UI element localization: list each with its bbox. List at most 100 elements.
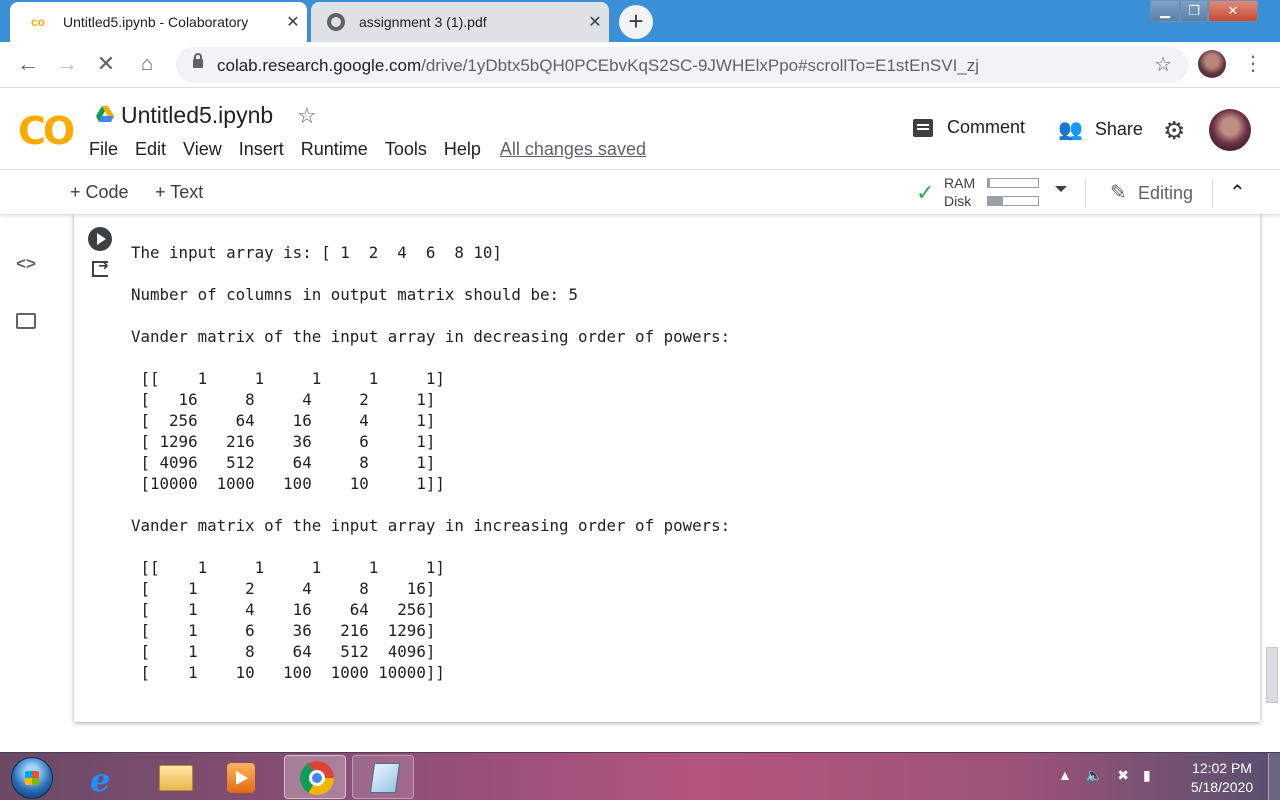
forward-arrow-icon[interactable]: →: [51, 49, 83, 81]
star-icon[interactable]: ☆: [297, 103, 317, 129]
bookmark-star-icon[interactable]: ☆: [1154, 52, 1172, 77]
menu-tools[interactable]: Tools: [385, 139, 427, 160]
share-button[interactable]: 👥 Share: [1058, 117, 1143, 142]
power-icon[interactable]: ▮: [1143, 767, 1151, 784]
user-avatar[interactable]: [1209, 109, 1251, 151]
output-line: Vander matrix of the input array in incr…: [131, 516, 731, 535]
ram-usage-fill: [988, 179, 990, 187]
toolbar-divider: [1212, 178, 1213, 208]
comment-label: Comment: [947, 117, 1026, 137]
menu-view[interactable]: View: [183, 139, 222, 160]
share-label: Share: [1094, 119, 1143, 139]
comment-button[interactable]: Comment: [913, 117, 1025, 138]
menu-edit[interactable]: Edit: [135, 139, 166, 160]
runtime-dropdown-icon[interactable]: [1055, 186, 1067, 192]
output-line: [ 1 4 16 64 256]: [131, 600, 436, 619]
taskbar-clock[interactable]: 12:02 PM 5/18/2020: [1182, 759, 1262, 797]
files-folder-icon[interactable]: [16, 313, 36, 329]
speaker-icon[interactable]: 🔈: [1086, 767, 1103, 784]
run-cell-button[interactable]: [88, 227, 112, 251]
output-line: [ 256 64 16 4 1]: [131, 411, 436, 430]
chrome-menu-icon[interactable]: ⋮: [1243, 52, 1263, 76]
windows-taskbar: e ▲ 🔈 ✖ ▮ 12:02 PM 5/18/2020: [0, 752, 1280, 801]
taskbar-file-explorer[interactable]: [144, 755, 206, 799]
back-arrow-icon[interactable]: ←: [12, 49, 44, 81]
page-scrollbar[interactable]: [1266, 647, 1278, 703]
output-line: [ 4096 512 64 8 1]: [131, 453, 436, 472]
tab-close-icon[interactable]: ✕: [581, 12, 609, 32]
menu-runtime[interactable]: Runtime: [301, 139, 368, 160]
chrome-profile-avatar[interactable]: [1198, 50, 1226, 78]
connected-check-icon: ✓: [916, 180, 935, 205]
home-icon[interactable]: ⌂: [131, 49, 163, 81]
gear-icon[interactable]: ⚙: [1163, 116, 1185, 146]
cell-toolbar: + Code + Text ✓ RAM Disk ✎ Editing ⌃: [0, 169, 1280, 215]
add-code-button[interactable]: + Code: [70, 182, 129, 203]
menu-insert[interactable]: Insert: [239, 139, 284, 160]
ram-usage-bar[interactable]: [987, 178, 1039, 188]
output-line: [ 1296 216 36 6 1]: [131, 432, 436, 451]
save-status-link[interactable]: All changes saved: [500, 139, 646, 160]
taskbar-chrome[interactable]: [284, 755, 346, 799]
maximize-button[interactable]: ❐: [1180, 0, 1208, 22]
taskbar-internet-explorer[interactable]: e: [74, 755, 136, 799]
output-line: The input array is: [ 1 2 4 6 8 10]: [131, 243, 502, 262]
minimize-button[interactable]: ▁: [1150, 0, 1180, 22]
windows-start-button[interactable]: [11, 757, 53, 799]
code-snippets-icon[interactable]: <>: [14, 254, 38, 274]
tab-colab[interactable]: co Untitled5.ipynb - Colaboratory ✕: [10, 2, 307, 42]
system-tray: ▲ 🔈 ✖ ▮: [1058, 767, 1151, 784]
editing-mode-button[interactable]: Editing: [1138, 183, 1193, 204]
toolbar-divider: [1085, 178, 1086, 208]
stop-loading-icon[interactable]: ✕: [90, 49, 122, 81]
output-line: [ 16 8 4 2 1]: [131, 390, 436, 409]
output-line: Number of columns in output matrix shoul…: [131, 285, 578, 304]
cell-output: ----------------------------------------…: [131, 199, 730, 682]
url-text[interactable]: colab.research.google.com/drive/1yDbtx5b…: [217, 56, 979, 76]
code-cell[interactable]: ----------------------------------------…: [74, 199, 1260, 722]
tab-title: Untitled5.ipynb - Colaboratory: [63, 14, 249, 30]
show-hidden-icons-icon[interactable]: ▲: [1058, 767, 1072, 784]
address-bar[interactable]: colab.research.google.com/drive/1yDbtx5b…: [176, 47, 1188, 83]
menu-file[interactable]: File: [89, 139, 118, 160]
tab-title: assignment 3 (1).pdf: [359, 14, 487, 30]
colab-logo[interactable]: CO: [18, 109, 75, 153]
output-line: [ 1 10 100 1000 10000]]: [131, 663, 445, 682]
chrome-icon: [300, 761, 334, 795]
menu-help[interactable]: Help: [444, 139, 481, 160]
clear-output-icon[interactable]: [92, 258, 109, 277]
people-icon: 👥: [1058, 119, 1083, 141]
add-text-button[interactable]: + Text: [155, 182, 203, 203]
colab-favicon-icon: co: [30, 15, 45, 29]
browser-toolbar: ← → ✕ ⌂ colab.research.google.com/drive/…: [0, 42, 1280, 88]
window-controls: ▁ ❐ ✕: [1150, 0, 1258, 22]
notebook-area[interactable]: ----------------------------------------…: [52, 199, 1280, 752]
left-sidebar: ☰ <>: [0, 170, 52, 752]
comment-icon: [913, 118, 933, 137]
clock-time: 12:02 PM: [1192, 760, 1252, 776]
taskbar-media-player[interactable]: [210, 755, 272, 799]
tab-close-icon[interactable]: ✕: [279, 12, 307, 32]
globe-icon: [327, 13, 345, 31]
output-line: [[ 1 1 1 1 1]: [131, 369, 445, 388]
show-desktop-button[interactable]: [1268, 753, 1280, 801]
taskbar-notepad[interactable]: [352, 755, 414, 799]
network-icon[interactable]: ✖: [1117, 767, 1129, 784]
lock-icon: [193, 53, 203, 68]
disk-usage-bar[interactable]: [987, 196, 1039, 206]
new-tab-button[interactable]: +: [619, 5, 653, 39]
internet-explorer-icon: e: [90, 761, 111, 799]
ram-label: RAM: [944, 175, 976, 191]
media-player-icon: [227, 763, 255, 793]
chevron-up-icon[interactable]: ⌃: [1229, 180, 1246, 205]
pencil-icon[interactable]: ✎: [1110, 180, 1127, 205]
output-line: Vander matrix of the input array in decr…: [131, 327, 731, 346]
output-line: [10000 1000 100 10 1]]: [131, 474, 445, 493]
notebook-title[interactable]: Untitled5.ipynb: [121, 102, 273, 129]
google-drive-icon: [96, 106, 114, 122]
output-line: [ 1 6 36 216 1296]: [131, 621, 436, 640]
notepad-icon: [369, 763, 401, 793]
tab-pdf[interactable]: assignment 3 (1).pdf ✕: [311, 2, 609, 42]
browser-tab-strip: co Untitled5.ipynb - Colaboratory ✕ assi…: [0, 0, 1280, 42]
window-close-button[interactable]: ✕: [1208, 0, 1258, 22]
